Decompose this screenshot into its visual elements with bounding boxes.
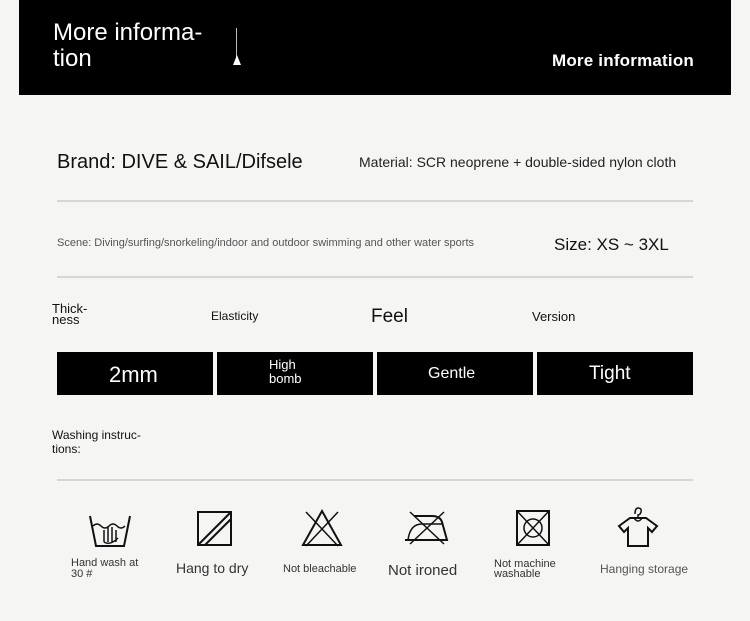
care-label: Hanging storage bbox=[600, 562, 689, 576]
brand-text: Brand: DIVE & SAIL/Difsele bbox=[57, 151, 303, 173]
thickness-value: 2mm bbox=[109, 362, 158, 387]
pin-icon bbox=[233, 55, 241, 65]
thickness-value-box: 2mm bbox=[57, 352, 213, 395]
care-label: Not bleachable bbox=[283, 563, 357, 575]
hanging-storage-icon bbox=[617, 507, 659, 547]
no-bleach-icon bbox=[301, 508, 343, 547]
size-text: Size: XS ~ 3XL bbox=[554, 235, 669, 254]
no-iron-icon bbox=[405, 511, 449, 545]
washing-title: Washing instruc- tions: bbox=[52, 428, 141, 456]
care-label: Not ironed bbox=[388, 562, 458, 579]
scene-text: Scene: Diving/surfing/snorkeling/indoor … bbox=[57, 237, 474, 249]
banner-subtitle: More information bbox=[551, 51, 694, 70]
feel-label: Feel bbox=[371, 306, 408, 327]
divider bbox=[57, 276, 693, 278]
banner-title: More informa- tion bbox=[53, 19, 203, 72]
care-label: Not machine washable bbox=[494, 558, 556, 580]
care-label: Hang to dry bbox=[176, 560, 249, 576]
feel-value-box: Gentle bbox=[377, 352, 533, 395]
dry-flat-icon bbox=[197, 511, 232, 546]
divider bbox=[57, 479, 693, 481]
version-value: Tight bbox=[589, 363, 631, 384]
material-text: Material: SCR neoprene + double-sided ny… bbox=[359, 154, 677, 170]
care-label: Hand wash at 30 # bbox=[71, 557, 139, 580]
elasticity-value-box: High bomb bbox=[217, 352, 373, 395]
version-label: Version bbox=[532, 309, 576, 324]
divider bbox=[57, 200, 693, 202]
elasticity-label: Elasticity bbox=[211, 309, 259, 323]
thickness-label: Thick- ness bbox=[52, 301, 88, 327]
elasticity-value: High bomb bbox=[269, 357, 302, 386]
version-value-box: Tight bbox=[537, 352, 693, 395]
no-machine-wash-icon bbox=[516, 510, 550, 546]
feel-value: Gentle bbox=[428, 365, 476, 382]
header-banner: More informa- tion More information bbox=[19, 0, 731, 95]
hand-wash-icon bbox=[89, 515, 131, 547]
